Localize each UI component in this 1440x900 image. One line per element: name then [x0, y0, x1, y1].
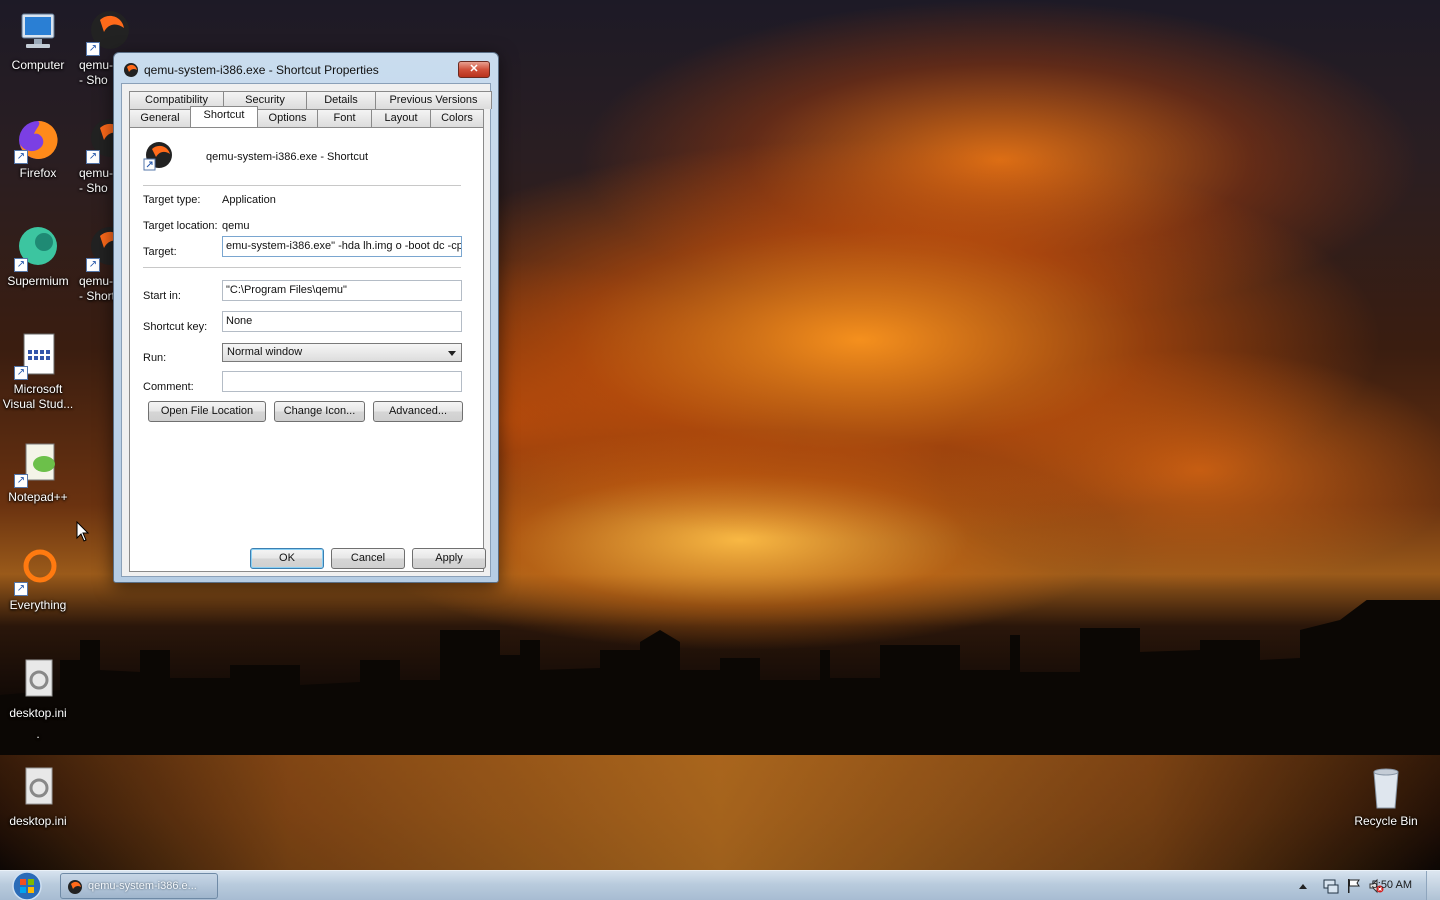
shortcut-key-label: Shortcut key:	[143, 321, 208, 333]
qemu-icon: ↗	[86, 8, 134, 56]
tab-row-upper: Compatibility Security Details Previous …	[129, 91, 492, 109]
dialog-titlebar[interactable]: qemu-system-i386.exe - Shortcut Properti…	[114, 53, 498, 85]
shortcut-arrow-icon: ↗	[14, 474, 28, 488]
desktop-icon-notepad-plus-plus[interactable]: ↗ Notepad++	[0, 440, 76, 505]
icon-label: Recycle Bin	[1354, 814, 1418, 828]
shortcut-key-field[interactable]: None	[222, 311, 462, 332]
shortcut-properties-dialog: qemu-system-i386.exe - Shortcut Properti…	[113, 52, 499, 583]
qemu-icon	[143, 142, 172, 171]
target-label: Target:	[143, 246, 177, 258]
notepad-plus-plus-icon: ↗	[14, 440, 62, 488]
shortcut-name: qemu-system-i386.exe - Shortcut	[206, 151, 369, 163]
windows-logo-icon	[12, 871, 42, 900]
shortcut-arrow-icon: ↗	[86, 258, 100, 272]
icon-label: Computer	[11, 58, 65, 72]
visual-studio-icon: ↗	[14, 332, 62, 380]
tab-shortcut[interactable]: Shortcut	[190, 106, 258, 127]
comment-field[interactable]	[222, 371, 462, 392]
run-label: Run:	[143, 352, 167, 364]
target-type-value: Application	[222, 194, 276, 206]
target-location-value: qemu	[222, 220, 250, 232]
shortcut-arrow-icon: ↗	[86, 42, 100, 56]
icon-label: Firefox	[19, 166, 57, 180]
taskbar: qemu-system-i386.e... 5:50 AM	[0, 870, 1440, 900]
shortcut-arrow-icon: ↗	[14, 366, 28, 380]
qemu-icon	[124, 63, 138, 77]
firefox-icon: ↗	[14, 116, 62, 164]
tab-general[interactable]: General	[129, 109, 191, 127]
show-desktop-button[interactable]	[1426, 871, 1440, 900]
apply-button[interactable]: Apply	[412, 548, 486, 569]
desktop-icon-supermium[interactable]: ↗ Supermium	[0, 224, 76, 289]
stray-dot: .	[36, 727, 40, 741]
desktop-icon-recycle-bin[interactable]: Recycle Bin	[1348, 764, 1424, 829]
tab-row-lower: General Shortcut Options Font Layout Col…	[129, 106, 484, 127]
divider	[143, 185, 461, 186]
comment-label: Comment:	[143, 381, 194, 393]
open-file-location-button[interactable]: Open File Location	[148, 401, 266, 422]
dialog-client-area: Compatibility Security Details Previous …	[121, 83, 492, 577]
desktop-icon-firefox[interactable]: ↗ Firefox	[0, 116, 76, 181]
settings-file-icon	[14, 656, 62, 704]
tab-layout[interactable]: Layout	[371, 109, 431, 127]
tab-previous-versions[interactable]: Previous Versions	[375, 91, 492, 109]
close-button[interactable]: ✕	[458, 61, 490, 78]
tab-options[interactable]: Options	[257, 109, 318, 127]
divider	[143, 267, 461, 268]
lake-reflection	[0, 755, 1440, 870]
everything-icon: ↗	[14, 548, 62, 596]
tab-details[interactable]: Details	[306, 91, 376, 109]
start-in-field[interactable]: "C:\Program Files\qemu"	[222, 280, 462, 301]
shortcut-arrow-icon: ↗	[14, 150, 28, 164]
dialog-title: qemu-system-i386.exe - Shortcut Properti…	[144, 63, 379, 77]
computer-icon	[14, 8, 62, 56]
shortcut-arrow-icon: ↗	[14, 258, 28, 272]
show-hidden-icons-arrow-icon[interactable]	[1299, 883, 1307, 889]
desktop-icon-desktop-ini-2[interactable]: desktop.ini	[0, 764, 76, 829]
mouse-cursor-icon	[76, 521, 90, 542]
tab-colors[interactable]: Colors	[430, 109, 484, 127]
ok-button[interactable]: OK	[250, 548, 324, 569]
shortcut-tab-panel: qemu-system-i386.exe - Shortcut Target t…	[129, 127, 484, 572]
change-icon-button[interactable]: Change Icon...	[274, 401, 365, 422]
supermium-icon: ↗	[14, 224, 62, 272]
network-icon[interactable]	[1323, 878, 1339, 894]
desktop-icon-visual-studio[interactable]: ↗ Microsoft Visual Stud...	[0, 332, 76, 412]
target-type-label: Target type:	[143, 194, 201, 206]
city-skyline	[0, 600, 1440, 770]
settings-file-icon	[14, 764, 62, 812]
recycle-bin-icon	[1362, 764, 1410, 812]
desktop-icon-computer[interactable]: Computer	[0, 8, 76, 73]
icon-label: desktop.ini	[9, 814, 67, 828]
target-field[interactable]: emu-system-i386.exe" -hda lh.img o -boot…	[222, 236, 462, 257]
tab-font[interactable]: Font	[317, 109, 372, 127]
start-button[interactable]	[8, 871, 46, 900]
icon-label: Notepad++	[8, 490, 68, 504]
icon-label: Supermium	[7, 274, 69, 288]
chevron-down-icon	[448, 351, 456, 356]
action-center-flag-icon[interactable]	[1346, 878, 1362, 894]
shortcut-arrow-icon: ↗	[14, 582, 28, 596]
desktop-icon-everything[interactable]: ↗ Everything	[0, 548, 76, 613]
desktop-icon-desktop-ini-1[interactable]: desktop.ini .	[0, 656, 76, 742]
icon-label: Microsoft Visual Stud...	[2, 382, 74, 411]
shortcut-arrow-icon: ↗	[86, 150, 100, 164]
icon-label: desktop.ini	[9, 706, 67, 720]
taskbar-clock[interactable]: 5:50 AM	[1372, 879, 1412, 891]
target-location-label: Target location:	[143, 220, 218, 232]
start-in-label: Start in:	[143, 290, 181, 302]
cancel-button[interactable]: Cancel	[331, 548, 405, 569]
taskbar-item-shortcut-properties[interactable]: qemu-system-i386.e...	[60, 873, 218, 899]
run-select-value: Normal window	[227, 346, 303, 358]
run-select[interactable]: Normal window	[222, 343, 462, 362]
advanced-button[interactable]: Advanced...	[373, 401, 463, 422]
icon-label: Everything	[9, 598, 67, 612]
qemu-icon	[68, 880, 82, 894]
taskbar-item-label: qemu-system-i386.e...	[88, 880, 197, 892]
